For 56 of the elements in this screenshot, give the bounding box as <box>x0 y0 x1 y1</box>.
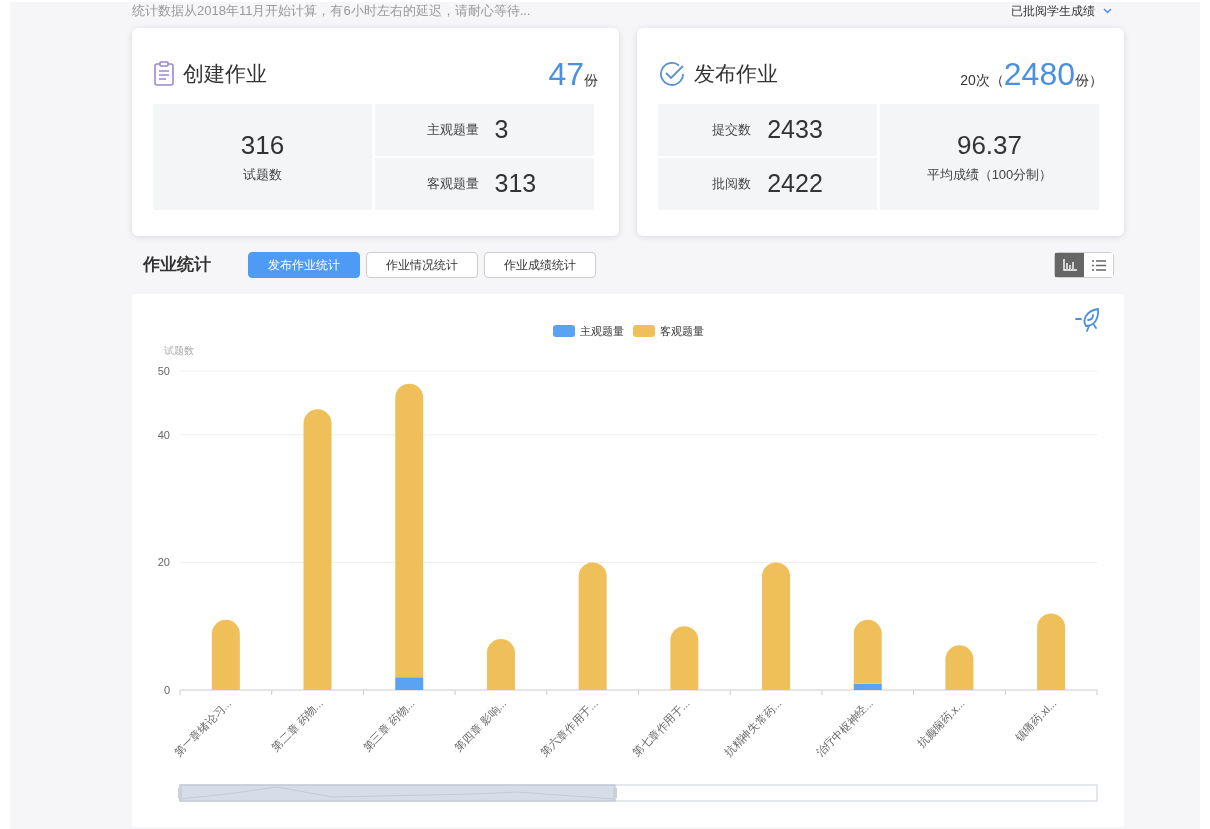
tick-label: 20 <box>157 556 170 569</box>
legend-label: 客观题量 <box>660 325 704 337</box>
section-title: 作业统计 <box>143 254 211 277</box>
category-label: 抗癫痫药.x... <box>914 696 967 750</box>
check-circle-icon <box>658 60 686 88</box>
legend-item[interactable]: 客观题量 <box>633 325 704 337</box>
tick-label: 0 <box>163 684 170 696</box>
category-label: 镇痛药.xl... <box>1012 696 1059 743</box>
zoom-slider[interactable] <box>178 784 1098 802</box>
summary-text: 份） <box>1075 72 1103 90</box>
clipboard-icon <box>153 61 175 87</box>
stat-label: 试题数 <box>243 166 282 185</box>
category-label: 第六章作用于... <box>538 696 601 759</box>
tick-label: 40 <box>157 428 170 441</box>
summary-text: 47 <box>548 56 584 92</box>
summary-text: 次（ <box>975 71 1004 90</box>
legend-label: 主观题量 <box>580 325 624 337</box>
tab[interactable]: 作业情况统计 <box>366 252 478 278</box>
category-label: 第二章 药物... <box>268 696 325 753</box>
category-label: 第一章绪论习... <box>171 696 234 759</box>
category-label: 第七章作用于... <box>630 696 692 759</box>
bar <box>945 645 974 690</box>
stat-value: 96.37 <box>956 129 1023 162</box>
stat-label: 批阅数 <box>712 175 752 194</box>
tab[interactable]: 作业成绩统计 <box>484 252 596 278</box>
legend-item[interactable]: 主观题量 <box>553 325 624 337</box>
summary-text: 2480 <box>1003 56 1075 92</box>
filter-dropdown[interactable]: 已批阅学生成绩 <box>1011 2 1124 20</box>
category-label: 第四章 影响... <box>452 696 509 753</box>
bar <box>211 619 240 690</box>
stat-value: 316 <box>240 129 285 162</box>
stat-value: 2433 <box>767 114 823 146</box>
bar-chart-icon <box>1062 259 1077 271</box>
chart-view-button[interactable] <box>1055 253 1084 277</box>
stat-label: 主观题量 <box>426 121 479 140</box>
chevron-down-icon <box>1103 8 1112 14</box>
tick-label: 50 <box>157 365 170 377</box>
category-label: 第三章 药物... <box>360 696 417 753</box>
summary-text: 份 <box>584 72 598 90</box>
notice-text: 统计数据从2018年11月开始计算，有6小时左右的延迟，请耐心等待... <box>132 2 531 21</box>
list-icon <box>1091 259 1106 271</box>
axis-title: 试题数 <box>164 345 194 356</box>
card-title: 发布作业 <box>694 61 778 88</box>
stat-value: 313 <box>494 168 538 200</box>
stat-value: 2422 <box>767 168 823 200</box>
bar <box>486 639 515 690</box>
stat-label: 客观题量 <box>426 175 479 194</box>
summary-text: 20 <box>960 71 976 90</box>
list-view-button[interactable] <box>1084 253 1113 277</box>
stat-value: 3 <box>494 114 510 146</box>
stat-label: 平均成绩（100分制） <box>926 166 1053 185</box>
card-title: 创建作业 <box>183 61 267 88</box>
category-label: 抗精神失常药... <box>721 696 784 759</box>
bar <box>670 626 699 690</box>
stat-label: 提交数 <box>712 121 752 140</box>
category-label: 治疗中枢神经... <box>813 696 876 759</box>
